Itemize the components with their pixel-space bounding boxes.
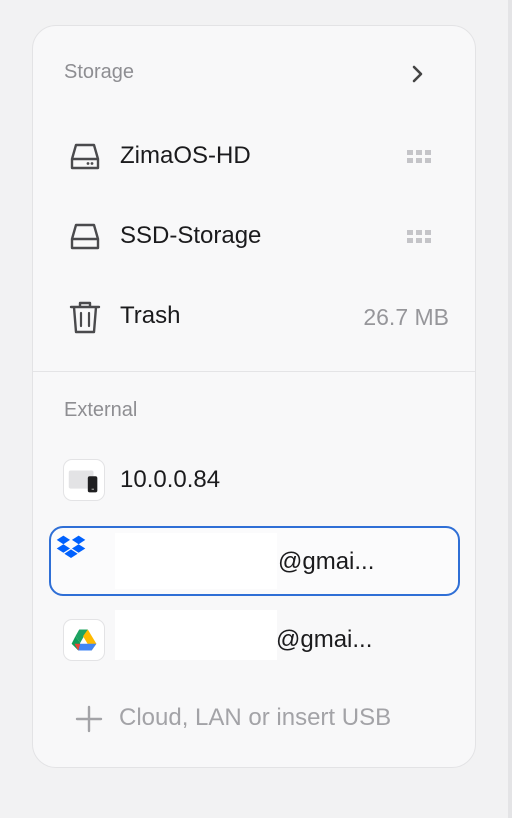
- storage-item-trash[interactable]: Trash 26.7 MB: [33, 285, 477, 349]
- trash-size: 26.7 MB: [363, 304, 449, 330]
- grid-dots-icon[interactable]: [407, 150, 431, 164]
- plus-icon: [75, 705, 103, 733]
- external-section-title: External: [64, 399, 138, 421]
- storage-item-label: SSD-Storage: [120, 222, 262, 249]
- storage-item-label: Trash: [120, 302, 181, 329]
- grid-dots-icon[interactable]: [407, 230, 431, 244]
- storage-section-title: Storage: [64, 61, 135, 83]
- external-item-dropbox[interactable]: @gmai...: [49, 526, 460, 596]
- google-drive-icon: [63, 619, 105, 661]
- external-item-label: 10.0.0.84: [120, 466, 221, 493]
- storage-item-zimaos-hd[interactable]: ZimaOS-HD: [33, 125, 477, 189]
- external-item-network-share[interactable]: 10.0.0.84: [33, 446, 477, 514]
- window-edge: [508, 0, 512, 818]
- hard-drive-icon: [70, 143, 100, 170]
- external-item-label: @gmai...: [276, 626, 373, 653]
- hard-drive-icon: [70, 223, 100, 250]
- redacted-account-name: [115, 533, 277, 589]
- redacted-account-name: [115, 610, 277, 660]
- external-item-label: @gmai...: [278, 548, 375, 575]
- sidebar-panel: Storage ZimaOS-HD SSD-Storage Trash 26.7…: [32, 25, 476, 768]
- add-storage-label: Cloud, LAN or insert USB: [119, 704, 392, 731]
- trash-icon: [69, 301, 101, 334]
- network-share-icon: [63, 459, 105, 501]
- section-divider: [33, 371, 475, 372]
- storage-item-ssd-storage[interactable]: SSD-Storage: [33, 205, 477, 269]
- add-storage-button[interactable]: Cloud, LAN or insert USB: [33, 696, 477, 740]
- storage-item-label: ZimaOS-HD: [120, 142, 251, 169]
- external-item-google-drive[interactable]: @gmai...: [33, 606, 477, 674]
- chevron-right-icon[interactable]: [405, 62, 429, 86]
